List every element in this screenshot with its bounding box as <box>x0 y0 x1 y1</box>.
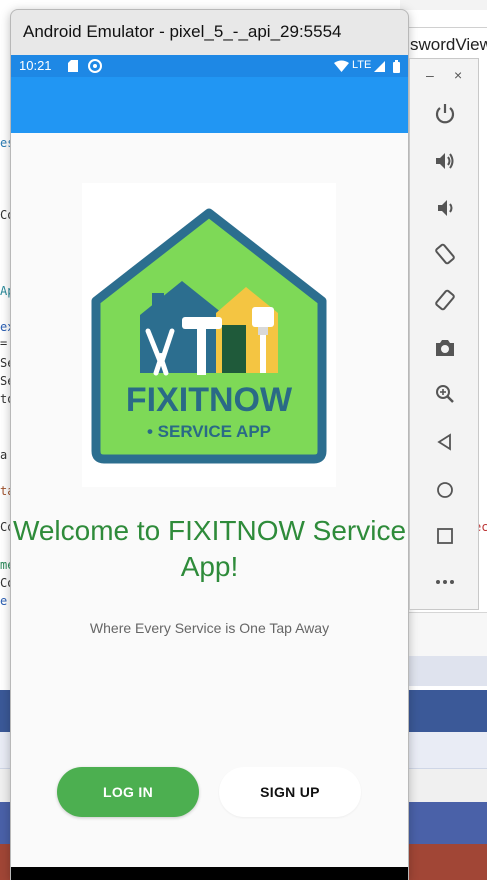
ide-panel <box>408 612 487 656</box>
welcome-heading: Welcome to FIXITNOW Service App! <box>12 515 407 582</box>
emulator-toolbar: – × <box>409 58 479 610</box>
code-fragment: = <box>0 336 8 350</box>
status-time: 10:21 <box>19 58 52 73</box>
login-button[interactable]: LOG IN <box>57 767 199 817</box>
minimize-button[interactable]: – <box>426 67 434 83</box>
status-bar: 10:21 LTE <box>11 55 408 77</box>
more-icon[interactable] <box>432 569 458 595</box>
back-icon[interactable] <box>432 429 458 455</box>
rotate-right-icon[interactable] <box>432 287 458 313</box>
ide-top-strip <box>400 0 487 10</box>
app-bar <box>11 77 408 133</box>
signal-icon <box>373 59 385 73</box>
sync-icon <box>87 59 103 73</box>
home-icon[interactable] <box>432 477 458 503</box>
phone-screen: 10:21 LTE FIXITNOW • SERVICE APP Welcome… <box>11 55 408 880</box>
rotate-left-icon[interactable] <box>432 241 458 267</box>
window-title: Android Emulator - pixel_5_-_api_29:5554 <box>23 22 342 41</box>
sd-card-icon <box>67 59 79 73</box>
tagline: Where Every Service is One Tap Away <box>89 620 330 636</box>
logo-subtitle: • SERVICE APP <box>147 422 271 441</box>
volume-up-icon[interactable] <box>432 148 458 174</box>
ide-tab-label[interactable]: swordView <box>410 35 487 55</box>
zoom-icon[interactable] <box>432 381 458 407</box>
wifi-icon <box>333 59 349 73</box>
power-icon[interactable] <box>432 101 458 127</box>
ide-panel <box>408 656 487 686</box>
fixitnow-logo-icon: FIXITNOW • SERVICE APP <box>91 208 327 464</box>
logo-title: FIXITNOW <box>126 381 293 419</box>
code-fragment: e <box>0 594 8 608</box>
overview-icon[interactable] <box>432 523 458 549</box>
app-logo: FIXITNOW • SERVICE APP <box>82 183 336 487</box>
signup-button[interactable]: SIGN UP <box>219 767 361 817</box>
code-fragment: a <box>0 448 8 462</box>
camera-icon[interactable] <box>432 335 458 361</box>
ide-tab-strip <box>400 10 487 28</box>
network-type: LTE <box>352 59 372 71</box>
volume-down-icon[interactable] <box>432 195 458 221</box>
navigation-bar <box>11 867 408 880</box>
battery-icon <box>392 59 400 73</box>
emulator-window: Android Emulator - pixel_5_-_api_29:5554… <box>10 9 409 880</box>
close-button[interactable]: × <box>454 67 462 83</box>
